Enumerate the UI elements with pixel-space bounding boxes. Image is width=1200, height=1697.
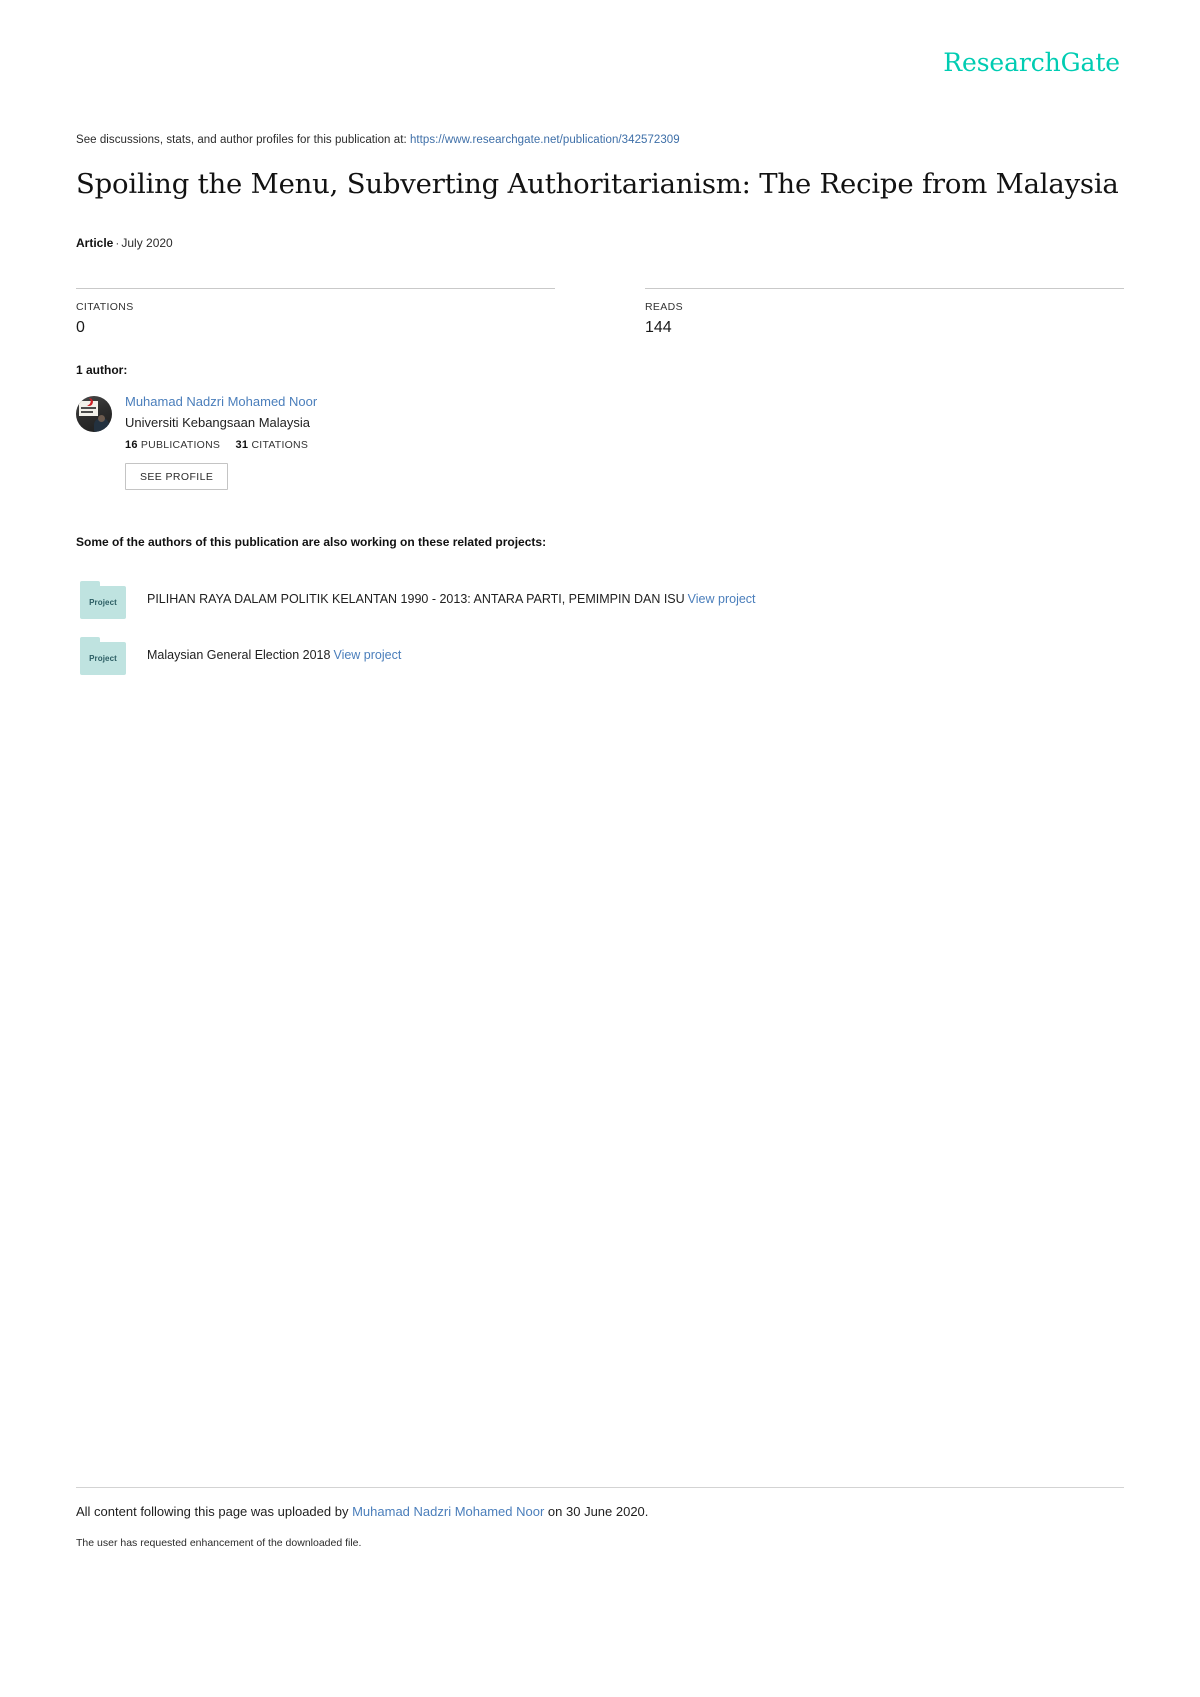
stat-divider (76, 288, 555, 289)
stat-citations: CITATIONS 0 (76, 288, 600, 337)
stat-value-reads: 144 (645, 318, 672, 336)
discussion-prefix-text: See discussions, stats, and author profi… (76, 134, 407, 146)
stat-label-reads: READS (645, 301, 683, 313)
upload-credit-line: All content following this page was uplo… (76, 1502, 1124, 1522)
avatar-head-shape (98, 415, 105, 422)
project-folder-icon: Project (80, 637, 126, 675)
folder-icon-label: Project (89, 598, 117, 607)
author-info: Muhamad Nadzri Mohamed Noor Universiti K… (125, 393, 317, 491)
stat-divider (645, 288, 1124, 289)
stat-reads: READS 144 (600, 288, 1124, 337)
upload-suffix-text: on 30 June 2020. (547, 1504, 649, 1519)
folder-icon-label: Project (89, 654, 117, 663)
page-title: Spoiling the Menu, Subverting Authoritar… (76, 168, 1119, 200)
upload-prefix-text: All content following this page was uplo… (76, 1504, 349, 1519)
author-citations-label: CITATIONS (251, 439, 309, 452)
avatar-sign-line (81, 407, 96, 409)
footer-divider (76, 1487, 1124, 1488)
discussion-line: See discussions, stats, and author profi… (76, 134, 680, 146)
article-date-label: July 2020 (121, 236, 173, 250)
article-type-label: Article (76, 236, 114, 250)
project-title: Malaysian General Election 2018 (147, 648, 331, 663)
enhancement-note: The user has requested enhancement of th… (76, 1536, 362, 1549)
publication-url-link[interactable]: https://www.researchgate.net/publication… (410, 134, 680, 146)
uploader-name-link[interactable]: Muhamad Nadzri Mohamed Noor (352, 1504, 544, 1519)
project-text: PILIHAN RAYA DALAM POLITIK KELANTAN 1990… (147, 591, 756, 609)
author-publications-label: PUBLICATIONS (140, 439, 221, 452)
stat-value-citations: 0 (76, 318, 85, 336)
page-footer: All content following this page was uplo… (76, 1487, 1124, 1550)
author-entry: Muhamad Nadzri Mohamed Noor Universiti K… (76, 393, 317, 491)
view-project-link[interactable]: View project (333, 648, 401, 662)
view-project-link[interactable]: View project (688, 592, 756, 606)
author-name-link[interactable]: Muhamad Nadzri Mohamed Noor (125, 393, 317, 412)
article-meta: Article · July 2020 (76, 236, 173, 250)
project-folder-icon: Project (80, 581, 126, 619)
researchgate-logo: ResearchGate (943, 48, 1120, 77)
project-text: Malaysian General Election 2018 View proj… (147, 647, 401, 665)
related-projects-list: Project PILIHAN RAYA DALAM POLITIK KELAN… (76, 572, 1124, 684)
list-item: Project PILIHAN RAYA DALAM POLITIK KELAN… (76, 572, 1124, 628)
author-publications-count: 16 (125, 439, 138, 452)
avatar[interactable] (76, 396, 112, 432)
stat-label-citations: CITATIONS (76, 301, 134, 313)
author-metrics: 16 PUBLICATIONS 31 CITATIONS (125, 439, 317, 451)
stats-row: CITATIONS 0 READS 144 (76, 288, 1124, 337)
authors-heading: 1 author: (76, 363, 128, 377)
author-affiliation: Universiti Kebangsaan Malaysia (125, 414, 310, 430)
author-citations-count: 31 (235, 439, 249, 452)
related-projects-heading: Some of the authors of this publication … (76, 535, 547, 549)
project-title: PILIHAN RAYA DALAM POLITIK KELANTAN 1990… (147, 592, 685, 607)
list-item: Project Malaysian General Election 2018 V… (76, 628, 1124, 684)
avatar-sign-line (81, 411, 93, 413)
see-profile-button[interactable]: SEE PROFILE (125, 463, 229, 491)
researchgate-cover-page: ResearchGate See discussions, stats, and… (0, 0, 1200, 1697)
